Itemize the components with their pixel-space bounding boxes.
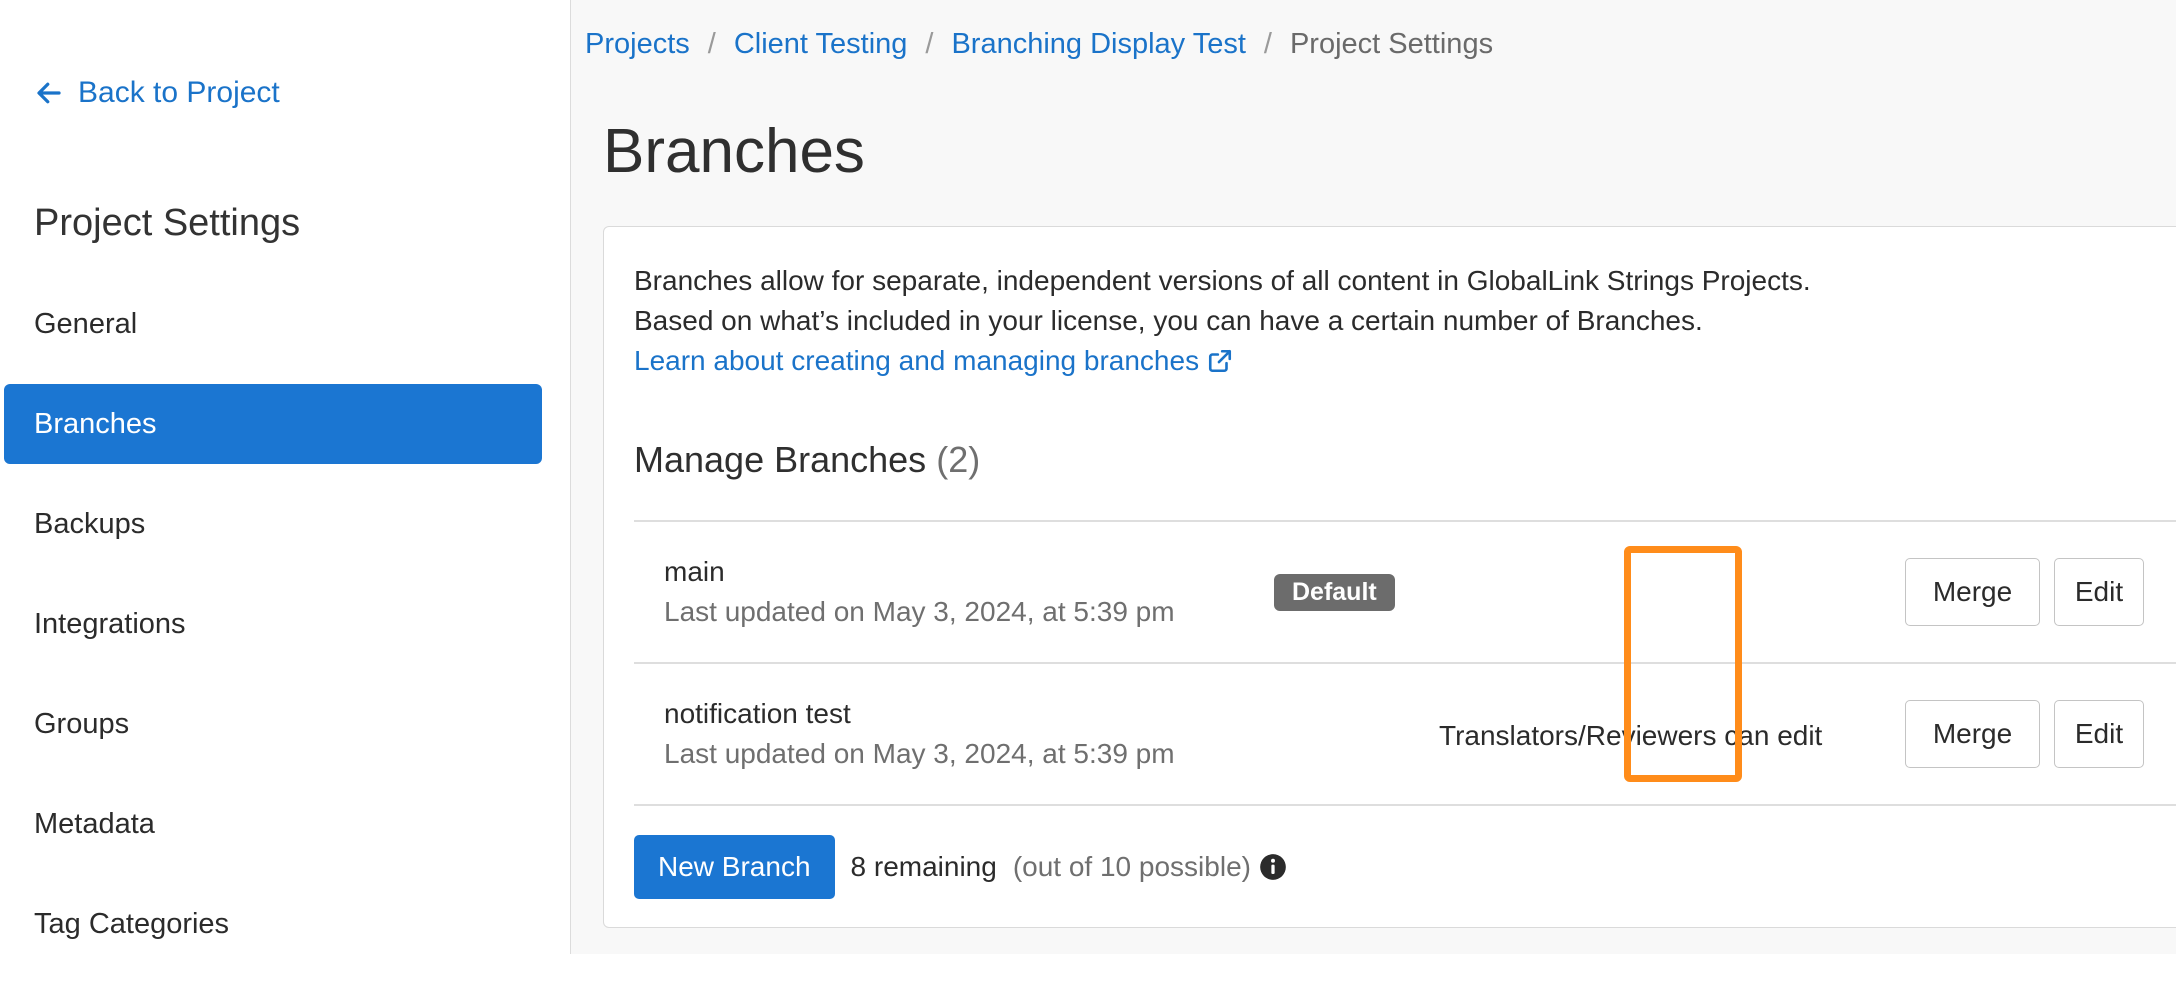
learn-branches-link[interactable]: Learn about creating and managing branch… bbox=[634, 341, 1233, 381]
branch-name: notification test bbox=[664, 698, 851, 729]
sidebar-item-label: Integrations bbox=[34, 607, 186, 640]
breadcrumb-separator: / bbox=[925, 28, 934, 60]
branch-list: main Last updated on May 3, 2024, at 5:3… bbox=[634, 520, 2176, 806]
sidebar-item-metadata[interactable]: Metadata bbox=[4, 784, 542, 864]
description-line-2: Based on what’s included in your license… bbox=[634, 305, 1703, 336]
branch-updated: Last updated on May 3, 2024, at 5:39 pm bbox=[664, 596, 1175, 627]
edit-button[interactable]: Edit bbox=[2054, 700, 2144, 768]
back-to-project-label: Back to Project bbox=[78, 76, 280, 109]
branches-description: Branches allow for separate, independent… bbox=[634, 261, 1811, 381]
sidebar: Back to Project Project Settings General… bbox=[0, 0, 571, 954]
external-link-icon bbox=[1209, 349, 1232, 373]
merge-button[interactable]: Merge bbox=[1905, 700, 2040, 768]
main-content: Projects / Client Testing / Branching Di… bbox=[571, 0, 2176, 954]
page-title: Branches bbox=[603, 117, 865, 186]
sidebar-item-general[interactable]: General bbox=[4, 284, 542, 364]
breadcrumb-separator: / bbox=[1263, 28, 1272, 60]
breadcrumb-branching-display-test[interactable]: Branching Display Test bbox=[951, 28, 1245, 61]
branch-row-notification-test: notification test Last updated on May 3,… bbox=[634, 664, 2176, 806]
sidebar-item-label: Groups bbox=[34, 707, 130, 740]
manage-branches-heading: Manage Branches (2) bbox=[634, 439, 980, 481]
edit-button[interactable]: Edit bbox=[2054, 558, 2144, 626]
info-icon[interactable] bbox=[1259, 853, 1287, 881]
branches-remaining: 8 remaining bbox=[850, 851, 997, 882]
learn-branches-label: Learn about creating and managing branch… bbox=[634, 345, 1200, 376]
back-to-project-link[interactable]: Back to Project bbox=[34, 76, 280, 110]
description-line-1: Branches allow for separate, independent… bbox=[634, 265, 1811, 296]
sidebar-item-backups[interactable]: Backups bbox=[4, 484, 542, 564]
sidebar-item-label: Backups bbox=[34, 507, 146, 540]
manage-branches-title: Manage Branches bbox=[634, 439, 927, 480]
sidebar-item-label: Branches bbox=[34, 407, 157, 440]
branch-name: main bbox=[664, 556, 725, 587]
branch-permission: Translators/Reviewers can edit bbox=[1439, 720, 1823, 751]
sidebar-title: Project Settings bbox=[34, 202, 301, 244]
settings-nav: General Branches Backups Integrations Gr… bbox=[4, 284, 542, 984]
new-branch-button[interactable]: New Branch bbox=[634, 835, 835, 899]
breadcrumb-projects[interactable]: Projects bbox=[585, 28, 690, 61]
merge-button[interactable]: Merge bbox=[1905, 558, 2040, 626]
breadcrumb-current: Project Settings bbox=[1289, 28, 1494, 60]
sidebar-item-branches[interactable]: Branches bbox=[4, 384, 542, 464]
branch-footer: New Branch 8 remaining (out of 10 possib… bbox=[634, 835, 1287, 899]
branch-updated: Last updated on May 3, 2024, at 5:39 pm bbox=[664, 738, 1175, 769]
sidebar-item-label: Metadata bbox=[34, 807, 155, 840]
branches-possible: (out of 10 possible) bbox=[1012, 851, 1251, 882]
breadcrumb-separator: / bbox=[707, 28, 716, 60]
branches-card: Branches allow for separate, independent… bbox=[603, 226, 2176, 928]
sidebar-item-tag-categories[interactable]: Tag Categories bbox=[4, 884, 542, 964]
sidebar-item-label: Tag Categories bbox=[34, 907, 230, 940]
branch-row-main: main Last updated on May 3, 2024, at 5:3… bbox=[634, 522, 2176, 664]
sidebar-item-label: General bbox=[34, 307, 138, 340]
breadcrumb: Projects / Client Testing / Branching Di… bbox=[585, 28, 1493, 61]
breadcrumb-client-testing[interactable]: Client Testing bbox=[734, 28, 908, 61]
sidebar-item-groups[interactable]: Groups bbox=[4, 684, 542, 764]
branch-count: (2) bbox=[936, 439, 981, 480]
default-badge: Default bbox=[1274, 574, 1395, 611]
arrow-left-icon bbox=[37, 82, 61, 104]
sidebar-item-integrations[interactable]: Integrations bbox=[4, 584, 542, 664]
